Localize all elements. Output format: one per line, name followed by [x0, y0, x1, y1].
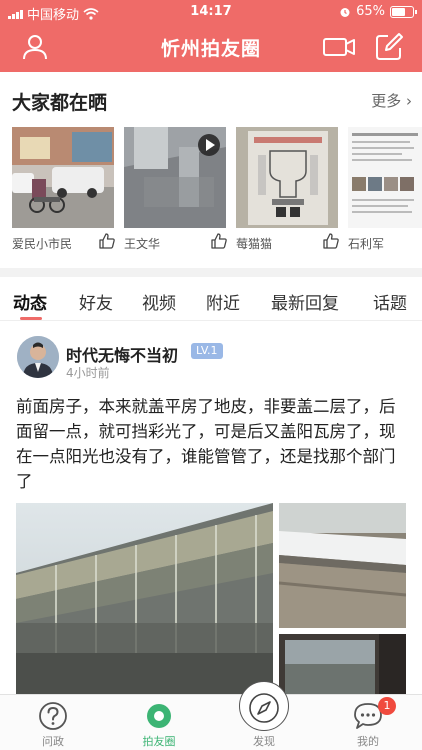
question-icon — [39, 702, 67, 730]
featured-thumbnail — [236, 127, 338, 228]
more-label: 更多 — [371, 92, 402, 110]
post-image[interactable] — [279, 503, 406, 628]
status-bar: 中国移动 14:17 65% — [0, 0, 422, 24]
moment-icon — [147, 704, 171, 728]
tab-video[interactable]: 视频 — [142, 289, 176, 314]
nav-item-discover[interactable]: 发现 — [222, 681, 306, 750]
featured-thumbnail — [348, 127, 422, 228]
alarm-icon — [340, 7, 350, 17]
compass-icon — [249, 693, 279, 723]
top-bar: 中国移动 14:17 65% 忻州拍友圈 — [0, 0, 422, 72]
featured-header: 大家都在晒 更多 › — [0, 72, 422, 126]
chevron-right-icon: › — [406, 92, 412, 110]
section-divider — [0, 268, 422, 277]
featured-thumbnail — [12, 127, 114, 228]
battery-percent: 65% — [356, 4, 385, 19]
nav-label: 发现 — [253, 735, 275, 748]
featured-caption: 莓猫猫 — [236, 237, 273, 251]
featured-thumbnail — [124, 127, 226, 228]
active-tab-indicator — [20, 317, 42, 320]
nav-label: 我的 — [357, 735, 379, 748]
notification-badge: 1 — [378, 697, 396, 715]
thumbs-up-icon[interactable] — [211, 233, 227, 249]
featured-item[interactable]: 爱民小市民 — [12, 127, 115, 251]
featured-item[interactable]: 莓猫猫 — [236, 127, 339, 251]
feed-tabs: 动态 好友 视频 附近 最新回复 话题 — [0, 277, 422, 321]
compose-icon[interactable] — [374, 32, 404, 62]
battery-icon — [390, 5, 417, 18]
featured-item[interactable]: 王文华 — [124, 127, 227, 251]
post-image[interactable] — [16, 503, 273, 694]
featured-item[interactable]: 石利军 — [348, 127, 422, 251]
level-badge: LV.1 — [191, 343, 223, 359]
tab-nearby[interactable]: 附近 — [206, 289, 240, 314]
post-image[interactable] — [279, 634, 406, 694]
post-time: 4小时前 — [66, 366, 110, 380]
video-camera-icon[interactable] — [322, 32, 356, 62]
featured-caption: 王文华 — [124, 237, 161, 251]
post-text[interactable]: 前面房子，本来就盖平房了地皮，非要盖二层了，后面留一点，就可挡彩光了，可是后又盖… — [16, 394, 408, 494]
avatar[interactable] — [17, 336, 59, 378]
app-root: 中国移动 14:17 65% 忻州拍友圈 大家都在晒 更多 › 爱民小市民 王文… — [0, 0, 422, 750]
page-title: 忻州拍友圈 — [160, 38, 261, 60]
bottom-nav: 问政 拍友圈 发现 1 我的 — [0, 681, 422, 750]
thumbs-up-icon[interactable] — [323, 233, 339, 249]
tab-topics[interactable]: 话题 — [373, 289, 407, 314]
status-right: 65% — [339, 4, 417, 19]
featured-list: 爱民小市民 王文华 莓猫猫 石利军 — [12, 127, 422, 257]
tab-dynamic[interactable]: 动态 — [13, 289, 47, 314]
tab-friends[interactable]: 好友 — [79, 289, 113, 314]
tab-latest-reply[interactable]: 最新回复 — [271, 289, 339, 314]
nav-label: 拍友圈 — [142, 735, 176, 748]
nav-label: 问政 — [42, 735, 64, 748]
post-username[interactable]: 时代无悔不当初 — [66, 342, 178, 366]
battery-fill — [392, 7, 405, 16]
featured-caption: 石利军 — [348, 237, 385, 251]
featured-caption: 爱民小市民 — [12, 237, 73, 251]
nav-item-moments[interactable]: 拍友圈 — [117, 695, 201, 750]
nav-item-me[interactable]: 1 我的 — [326, 695, 410, 750]
more-link[interactable]: 更多 › — [371, 90, 412, 111]
feed-post: 时代无悔不当初 LV.1 4小时前 前面房子，本来就盖平房了地皮，非要盖二层了，… — [0, 322, 422, 694]
nav-item-ask[interactable]: 问政 — [11, 695, 95, 750]
featured-title: 大家都在晒 — [12, 92, 108, 114]
thumbs-up-icon[interactable] — [99, 233, 115, 249]
